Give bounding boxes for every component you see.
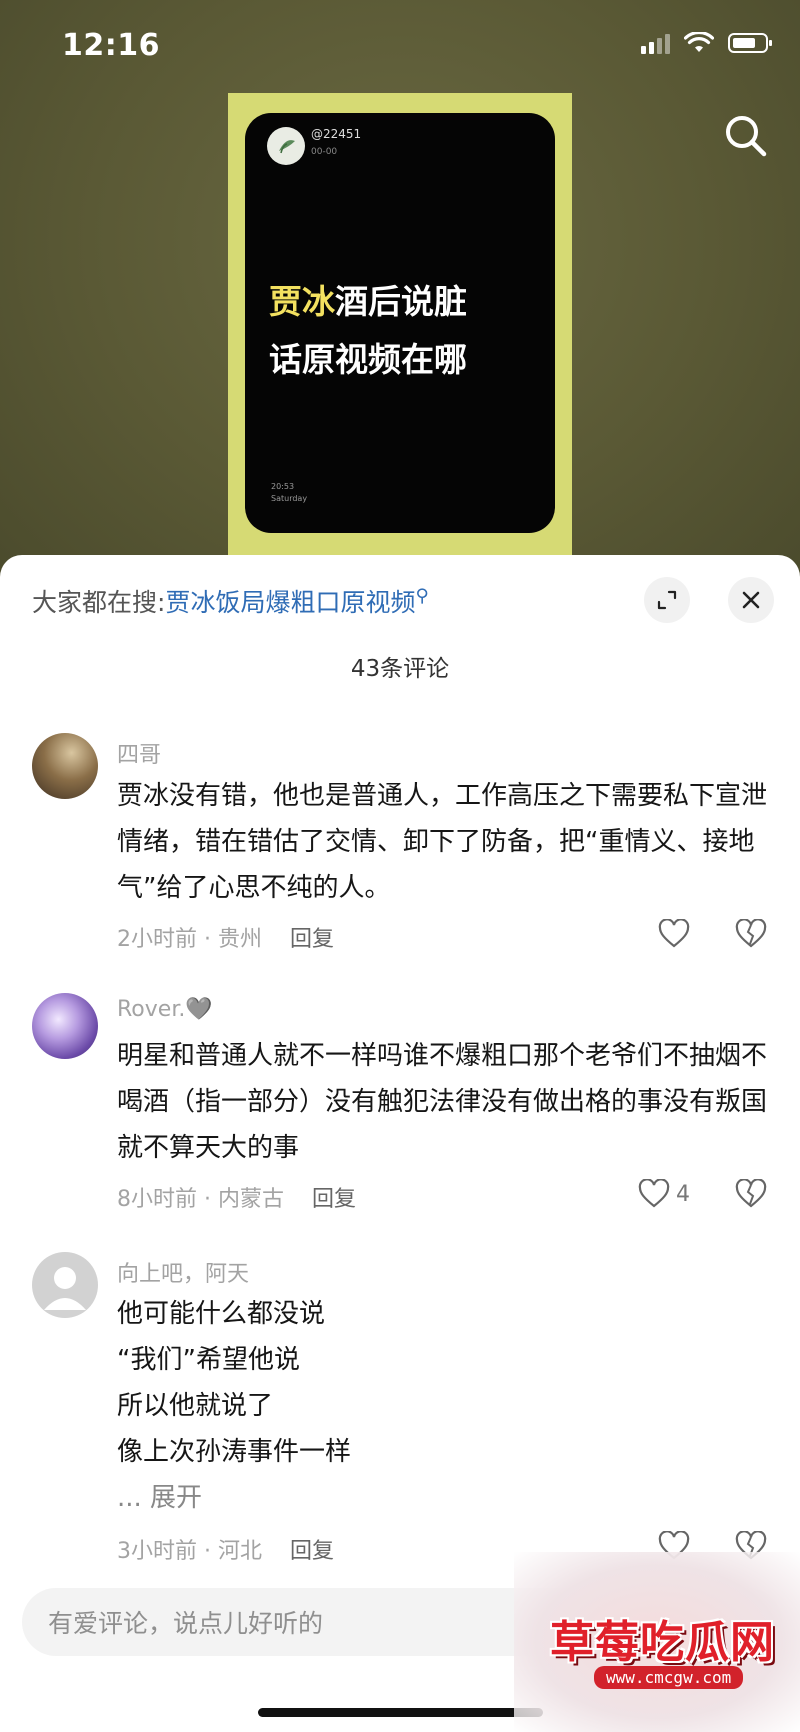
comment-time-location: 8小时前 · 内蒙古 xyxy=(117,1187,284,1212)
poster-avatar xyxy=(267,127,305,165)
expand-button[interactable] xyxy=(644,577,690,623)
heart-icon xyxy=(638,1179,670,1208)
broken-heart-icon[interactable] xyxy=(735,1179,767,1209)
poster-time: 20:53 xyxy=(271,482,295,491)
comment-line: 像上次孙涛事件一样 xyxy=(117,1437,352,1467)
poster-headline-line1: 酒后说脏 xyxy=(335,282,467,321)
small-search-icon: ⚲ xyxy=(415,585,429,607)
trending-search-prefix: 大家都在搜: xyxy=(32,588,166,617)
comment-meta: 3小时前 · 河北 回复 xyxy=(117,1533,334,1565)
like-count: 4 xyxy=(676,1181,690,1207)
watermark-url: www.cmcgw.com xyxy=(594,1666,744,1689)
avatar[interactable] xyxy=(32,1252,98,1318)
comment-line: “我们”希望他说 xyxy=(117,1345,300,1375)
comment-meta: 8小时前 · 内蒙古 回复 xyxy=(117,1181,356,1213)
comment-count: 43条评论 xyxy=(350,656,450,682)
battery-icon xyxy=(728,33,772,53)
like-button[interactable]: 4 xyxy=(638,1179,690,1209)
plant-icon xyxy=(279,140,295,154)
avatar[interactable] xyxy=(32,993,98,1059)
heart-icon xyxy=(658,919,690,948)
comment-username[interactable]: 四哥 xyxy=(117,737,161,769)
close-icon xyxy=(742,591,760,609)
comment-username[interactable]: 向上吧，阿天 xyxy=(117,1256,249,1288)
cellular-signal-icon xyxy=(641,32,670,54)
avatar[interactable] xyxy=(32,733,98,799)
expand-icon xyxy=(657,590,677,610)
poster-weekday: Saturday xyxy=(271,494,308,503)
comment-time-location: 3小时前 · 河北 xyxy=(117,1539,262,1564)
trending-search-row[interactable]: 大家都在搜:贾冰饭局爆粗口原视频⚲ xyxy=(32,583,429,619)
wifi-icon xyxy=(684,32,714,52)
comment-time-location: 2小时前 · 贵州 xyxy=(117,927,262,952)
comment-meta: 2小时前 · 贵州 回复 xyxy=(117,921,334,953)
poster-headline-highlight: 贾冰 xyxy=(269,282,335,321)
like-button[interactable] xyxy=(658,919,696,949)
broken-heart-icon[interactable] xyxy=(735,919,767,949)
comment-text[interactable]: 他可能什么都没说 “我们”希望他说 所以他就说了 像上次孙涛事件一样 ... 展… xyxy=(117,1291,777,1521)
watermark-title: 草莓吃瓜网 xyxy=(550,1617,775,1668)
comment-line: 所以他就说了 xyxy=(117,1391,274,1421)
watermark: 草莓吃瓜网 www.cmcgw.com xyxy=(514,1552,800,1732)
comment-line: 他可能什么都没说 xyxy=(117,1299,326,1329)
default-user-icon xyxy=(44,1267,86,1310)
comment-text[interactable]: 贾冰没有错，他也是普通人，工作高压之下需要私下宣泄情绪，错在错估了交情、卸下了防… xyxy=(117,773,777,911)
close-button[interactable] xyxy=(728,577,774,623)
reply-button[interactable]: 回复 xyxy=(312,1187,356,1212)
reply-button[interactable]: 回复 xyxy=(290,1539,334,1564)
comment-text[interactable]: 明星和普通人就不一样吗谁不爆粗口那个老爷们不抽烟不喝酒（指一部分）没有触犯法律没… xyxy=(117,1033,777,1171)
video-poster[interactable]: @22451 00-00 贾冰酒后说脏 话原视频在哪 20:53 Saturda… xyxy=(245,113,555,533)
poster-headline: 贾冰酒后说脏 话原视频在哪 xyxy=(269,273,539,389)
poster-handle: @22451 xyxy=(311,127,362,141)
comment-username[interactable]: Rover.🩶 xyxy=(117,997,213,1022)
status-time: 12:16 xyxy=(62,28,160,63)
poster-date: 00-00 xyxy=(311,147,338,157)
poster-headline-line2: 话原视频在哪 xyxy=(269,340,467,379)
status-bar: 12:16 xyxy=(0,0,800,90)
expand-comment-link[interactable]: ... 展开 xyxy=(117,1475,777,1521)
poster-timestamp: 20:53 Saturday xyxy=(271,481,307,505)
search-icon[interactable] xyxy=(722,112,770,160)
home-indicator[interactable] xyxy=(258,1708,543,1717)
status-icons xyxy=(641,32,772,54)
reply-button[interactable]: 回复 xyxy=(290,927,334,952)
trending-search-link[interactable]: 贾冰饭局爆粗口原视频 xyxy=(165,588,415,617)
